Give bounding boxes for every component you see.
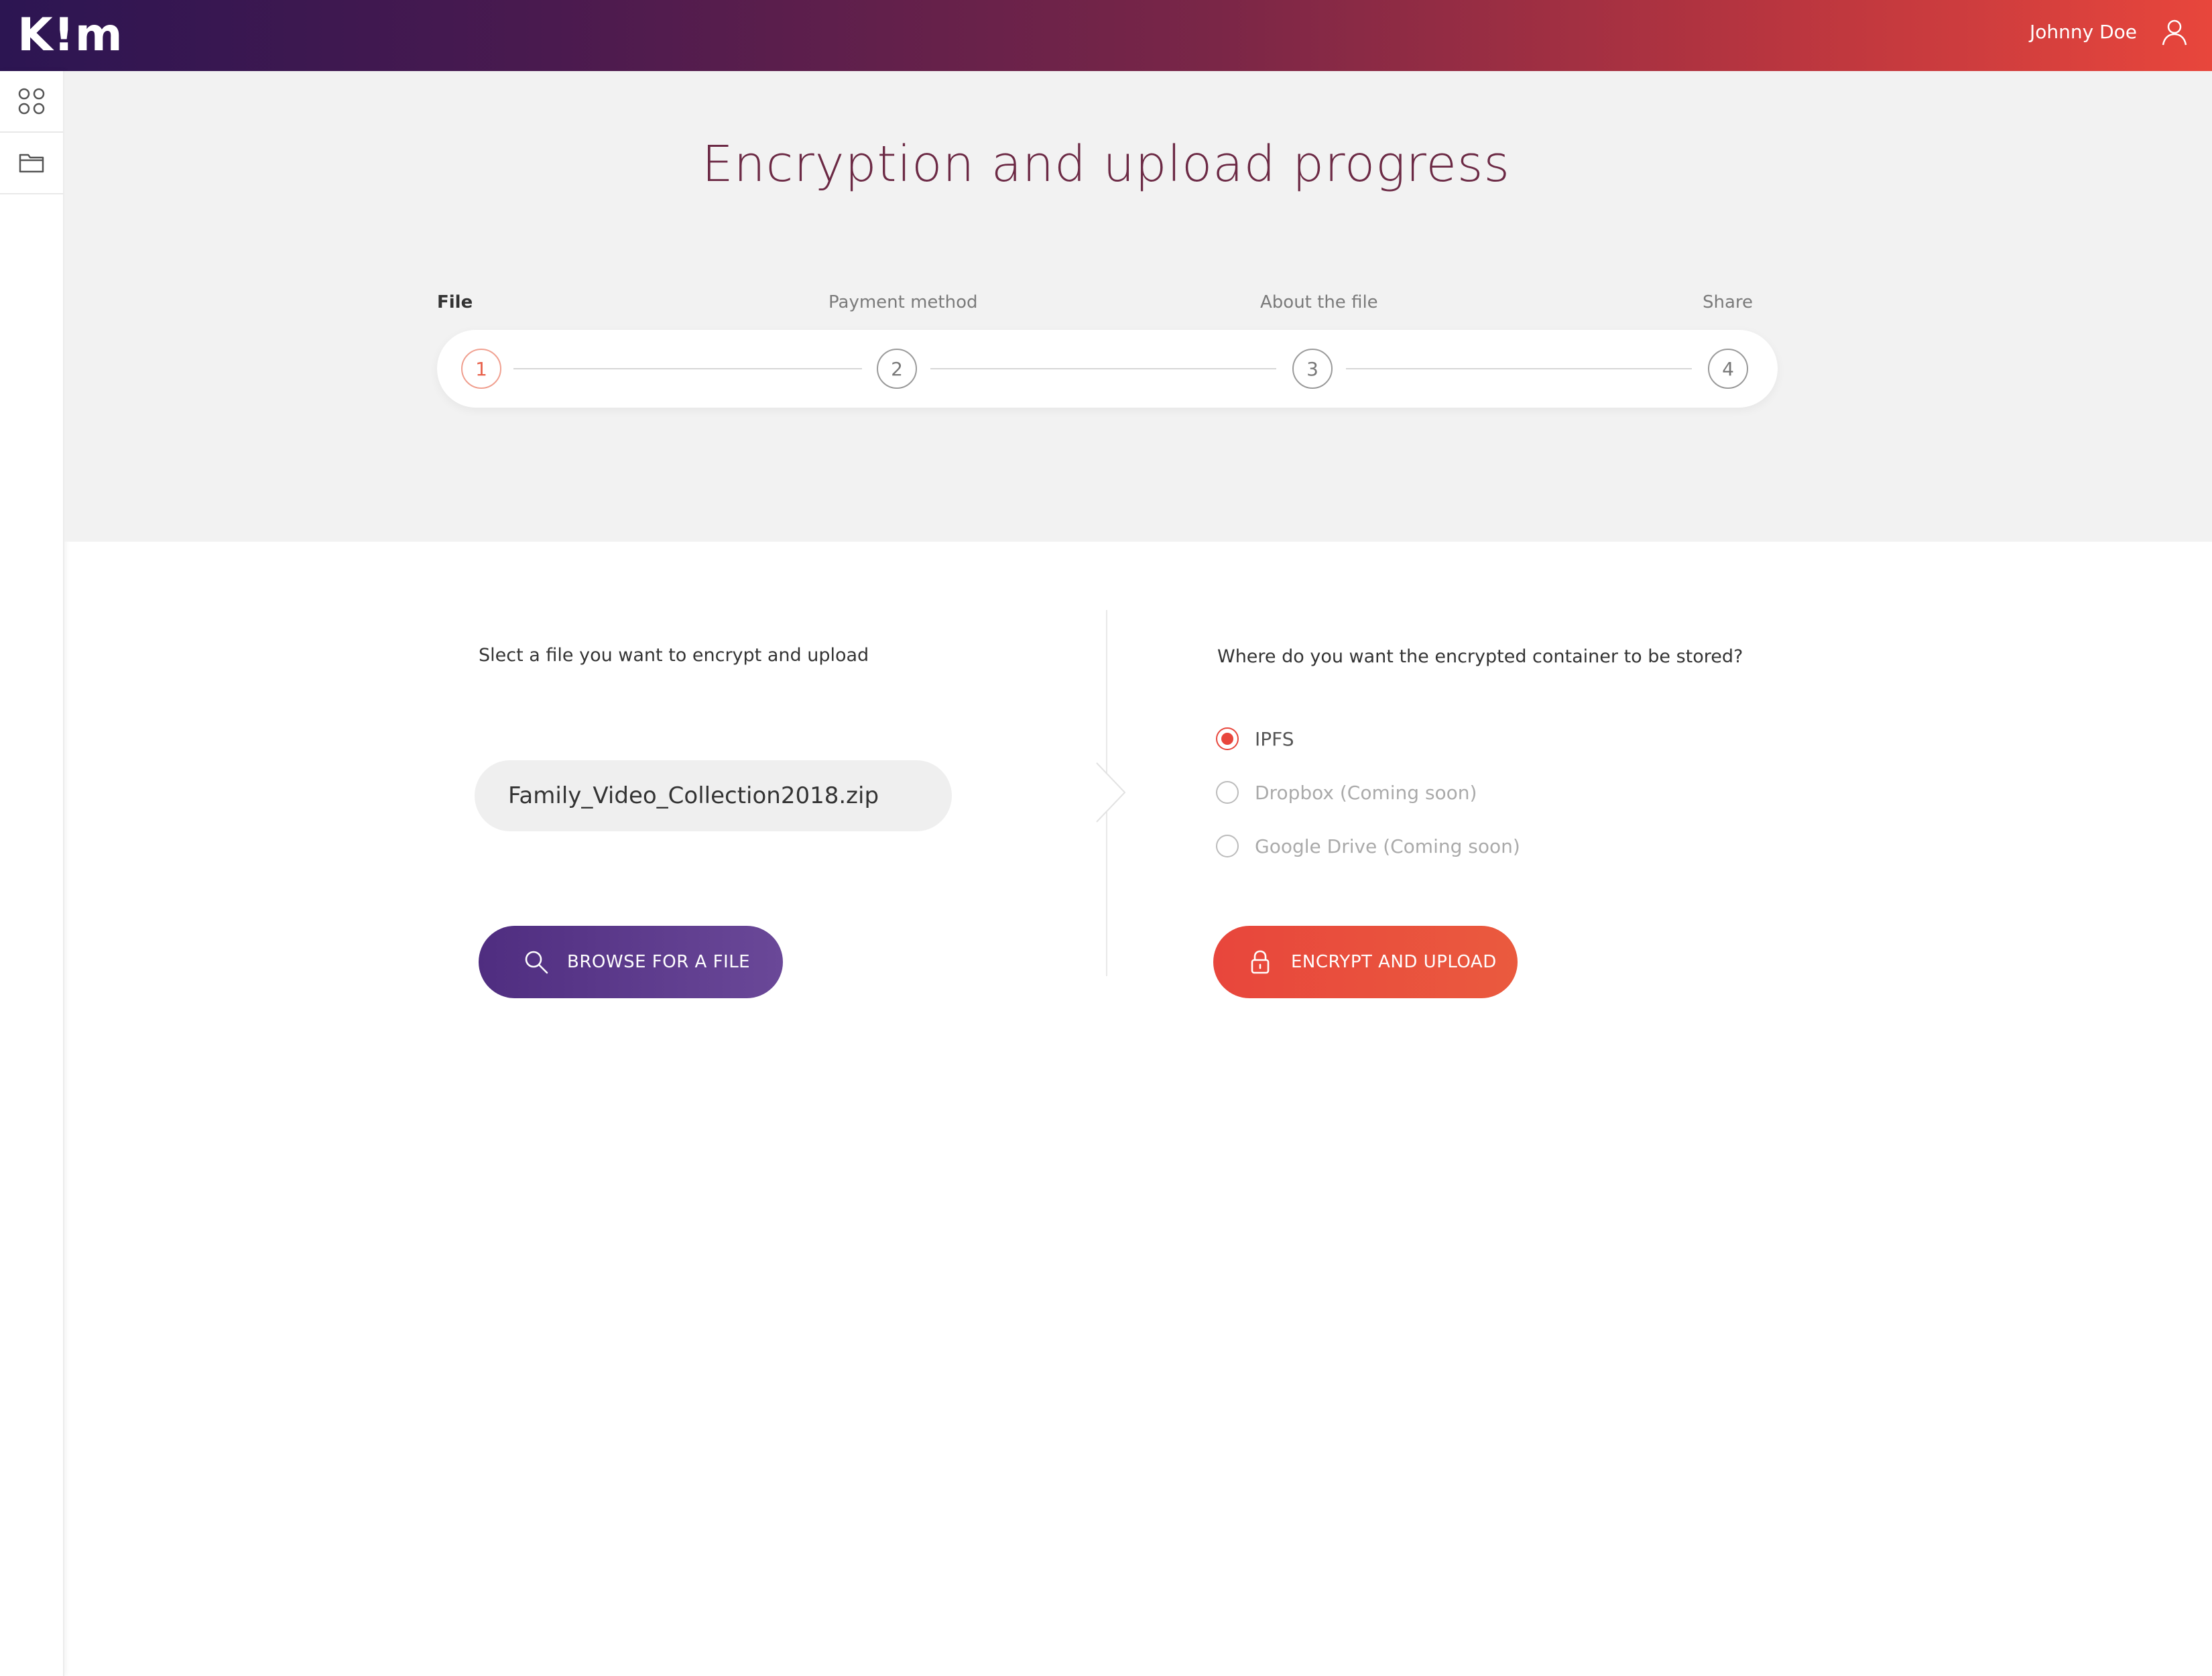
sidebar-item-apps[interactable] <box>0 71 63 133</box>
sidebar-item-files[interactable] <box>0 133 63 194</box>
apps-grid-icon <box>18 88 45 115</box>
step-label-about: About the file <box>1260 292 1378 312</box>
kim-logo[interactable]: K!m <box>17 5 123 64</box>
radio-dropbox[interactable] <box>1216 781 1239 804</box>
browse-file-label: BROWSE FOR A FILE <box>567 952 751 972</box>
storage-option-label: Google Drive (Coming soon) <box>1255 835 1520 857</box>
step-label-share: Share <box>1703 292 1754 312</box>
storage-option-google-drive[interactable]: Google Drive (Coming soon) <box>1216 833 1520 859</box>
browse-file-button[interactable]: BROWSE FOR A FILE <box>479 926 783 998</box>
storage-option-dropbox[interactable]: Dropbox (Coming soon) <box>1216 779 1477 806</box>
storage-prompt: Where do you want the encrypted containe… <box>1217 646 1743 667</box>
storage-option-label: Dropbox (Coming soon) <box>1255 781 1477 804</box>
user-name[interactable]: Johnny Doe <box>2030 19 2137 46</box>
progress-header: Encryption and upload progress File Paym… <box>64 71 2212 542</box>
user-icon[interactable] <box>2160 17 2189 47</box>
file-prompt: Slect a file you want to encrypt and upl… <box>479 645 869 666</box>
radio-google-drive[interactable] <box>1216 835 1239 857</box>
chevron-right-icon <box>1096 762 1126 823</box>
step-circle-1[interactable]: 1 <box>461 349 501 389</box>
step-circle-2[interactable]: 2 <box>877 349 917 389</box>
page-title: Encryption and upload progress <box>702 135 1510 193</box>
step-label-file: File <box>437 292 473 312</box>
encrypt-upload-label: ENCRYPT AND UPLOAD <box>1291 952 1497 972</box>
search-icon <box>525 951 548 974</box>
step-label-payment: Payment method <box>828 292 978 312</box>
storage-option-ipfs[interactable]: IPFS <box>1216 725 1294 752</box>
folder-icon <box>19 154 44 173</box>
step-circle-4[interactable]: 4 <box>1708 349 1748 389</box>
sidebar <box>0 71 64 1676</box>
step-connector <box>930 368 1276 369</box>
radio-ipfs[interactable] <box>1216 727 1239 750</box>
lock-icon <box>1251 950 1270 974</box>
storage-option-label: IPFS <box>1255 727 1294 750</box>
top-bar: K!m Johnny Doe <box>0 0 2212 71</box>
step-connector <box>1346 368 1692 369</box>
progress-stepper: 1 2 3 4 <box>437 330 1778 408</box>
selected-file-field[interactable]: Family_Video_Collection2018.zip <box>475 760 952 831</box>
step-connector <box>513 368 862 369</box>
encrypt-upload-button[interactable]: ENCRYPT AND UPLOAD <box>1213 926 1518 998</box>
step-circle-3[interactable]: 3 <box>1292 349 1333 389</box>
